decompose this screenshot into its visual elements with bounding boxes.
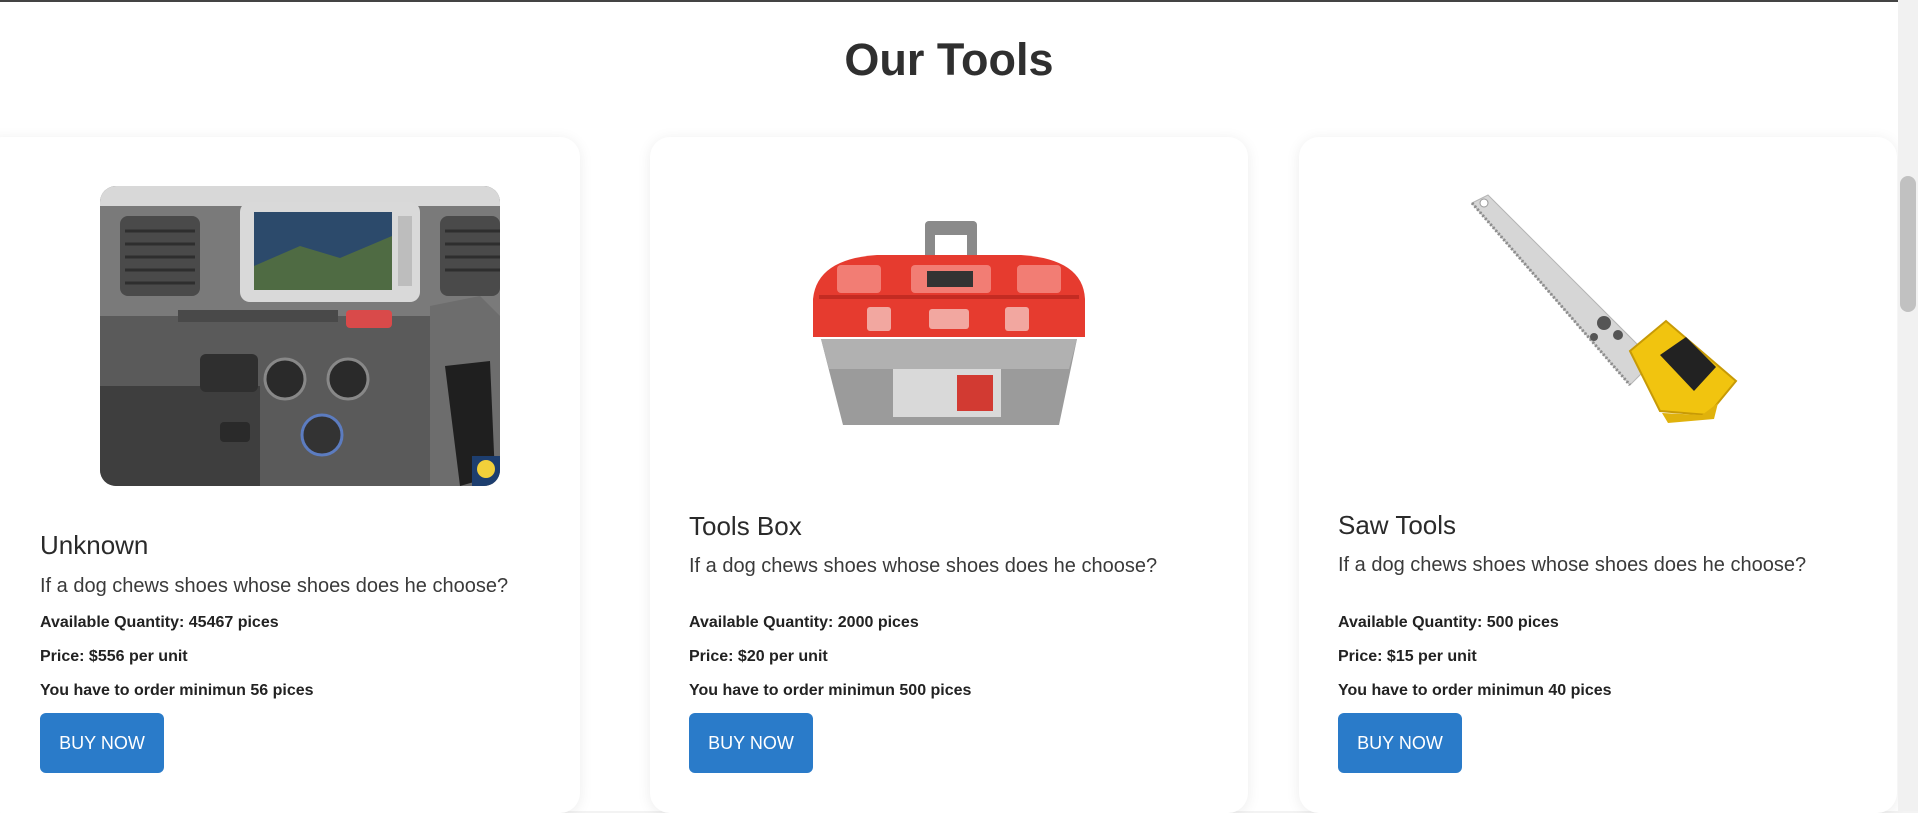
toolbox-image (807, 219, 1091, 433)
minimum-order: You have to order minimun 500 pices (689, 682, 972, 699)
hand-saw-image (1454, 191, 1754, 466)
product-description: If a dog chews shoes whose shoes does he… (689, 555, 1158, 577)
section-title: Our Tools (844, 34, 1054, 85)
buy-now-button[interactable]: BUY NOW (40, 713, 164, 773)
product-card-tools-box: Tools Box If a dog chews shoes whose sho… (650, 137, 1248, 813)
product-description: If a dog chews shoes whose shoes does he… (1338, 554, 1807, 576)
product-card-saw-tools: Saw Tools If a dog chews shoes whose sho… (1299, 137, 1897, 813)
minimum-order: You have to order minimun 56 pices (40, 682, 314, 699)
page-content: Our Tools Unknown If a dog chews shoes w… (0, 2, 1898, 813)
product-card-unknown: Unknown If a dog chews shoes whose shoes… (0, 137, 580, 813)
buy-now-button[interactable]: BUY NOW (1338, 713, 1462, 773)
price: Price: $556 per unit (40, 648, 188, 665)
available-quantity: Available Quantity: 2000 pices (689, 614, 919, 631)
available-quantity: Available Quantity: 45467 pices (40, 614, 279, 631)
scrollbar-thumb[interactable] (1900, 176, 1916, 312)
price: Price: $15 per unit (1338, 648, 1477, 665)
car-dashboard-image (100, 186, 500, 486)
product-cards: Unknown If a dog chews shoes whose shoes… (0, 137, 1898, 813)
product-description: If a dog chews shoes whose shoes does he… (40, 575, 509, 597)
minimum-order: You have to order minimun 40 pices (1338, 682, 1612, 699)
product-name: Unknown (40, 530, 149, 560)
available-quantity: Available Quantity: 500 pices (1338, 614, 1559, 631)
product-name: Saw Tools (1338, 510, 1457, 540)
vertical-scrollbar[interactable] (1898, 0, 1918, 811)
buy-now-button[interactable]: BUY NOW (689, 713, 813, 773)
price: Price: $20 per unit (689, 648, 828, 665)
product-name: Tools Box (689, 511, 802, 541)
